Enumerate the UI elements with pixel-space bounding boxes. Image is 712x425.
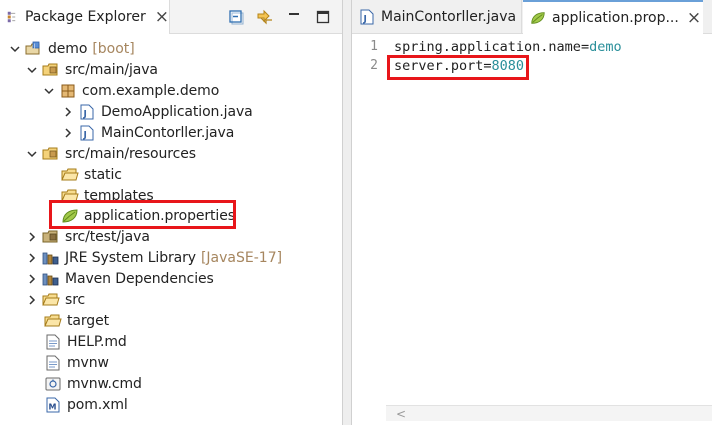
tree-item-src-main-java[interactable]: src/main/java <box>25 59 158 80</box>
tree-item-decoration: [boot] <box>92 40 135 57</box>
library-icon <box>42 250 60 266</box>
tree-item-label: src/main/java <box>65 61 158 78</box>
tree-item-demoapplication-java[interactable]: J DemoApplication.java <box>61 101 253 122</box>
chevron-right-icon[interactable] <box>25 230 39 244</box>
tree-item-label: com.example.demo <box>82 82 220 99</box>
maximize-icon[interactable] <box>314 8 332 26</box>
text-file-icon <box>44 334 62 350</box>
svg-text:J: J <box>83 130 87 140</box>
tree-item-src-main-resources[interactable]: src/main/resources <box>25 143 196 164</box>
tree-item-label: mvnw.cmd <box>67 375 142 392</box>
tree-item-label: DemoApplication.java <box>101 103 253 120</box>
chevron-right-icon[interactable] <box>25 272 39 286</box>
tree-item-label: src/main/resources <box>65 145 196 162</box>
editor-tab-bar: J MainContorller.java application.prop..… <box>352 0 712 34</box>
tree-item-pom-xml[interactable]: M pom.xml <box>27 394 128 415</box>
tree-item-static[interactable]: static <box>44 164 122 185</box>
tree-item-label: JRE System Library <box>65 249 196 266</box>
chevron-right-icon[interactable] <box>25 293 39 307</box>
tree-item-jre-system-library[interactable]: JRE System Library [JavaSE-17] <box>25 247 282 268</box>
tree-item-label: src/test/java <box>65 228 150 245</box>
svg-text:M: M <box>49 402 57 411</box>
svg-text:J: J <box>83 109 87 119</box>
chevron-right-icon[interactable] <box>25 251 39 265</box>
tree-item-maincontorller-java[interactable]: J MainContorller.java <box>61 122 234 143</box>
line-number-ruler: 1 2 <box>352 35 386 405</box>
tree-item-label: mvnw <box>67 354 109 371</box>
tab-label: MainContorller.java <box>381 9 517 25</box>
tree-item-help-md[interactable]: HELP.md <box>27 331 127 352</box>
horizontal-scrollbar[interactable]: < <box>386 405 712 421</box>
tree-item-label: HELP.md <box>67 333 127 350</box>
java-file-icon: J <box>78 125 96 141</box>
chevron-down-icon[interactable] <box>25 147 39 161</box>
tab-package-explorer[interactable]: Package Explorer × <box>0 0 170 34</box>
tree-item-label: src <box>65 291 86 308</box>
close-icon[interactable]: × <box>687 9 701 27</box>
chevron-right-icon[interactable] <box>61 105 75 119</box>
collapse-all-icon[interactable] <box>227 8 245 26</box>
project-icon: J <box>25 41 43 57</box>
tab-maincontorller-java[interactable]: J MainContorller.java <box>352 0 522 34</box>
java-file-icon: J <box>360 9 374 25</box>
cmd-file-icon <box>44 376 62 392</box>
folder-icon <box>61 167 79 183</box>
tab-package-explorer-label: Package Explorer <box>24 9 146 25</box>
line-number: 1 <box>370 39 378 54</box>
tree-item-src-test-java[interactable]: src/test/java <box>25 226 150 247</box>
tree-item-mvnw[interactable]: mvnw <box>27 352 109 373</box>
line-number: 2 <box>370 58 378 73</box>
chevron-down-icon[interactable] <box>8 42 22 56</box>
tree-item-label: MainContorller.java <box>101 124 235 141</box>
tree-item-target[interactable]: target <box>27 310 109 331</box>
spring-leaf-icon <box>531 12 545 24</box>
chevron-down-icon[interactable] <box>25 63 39 77</box>
folder-icon <box>42 292 60 308</box>
text-file-icon <box>44 355 62 371</box>
tree-item-label: pom.xml <box>67 396 128 413</box>
property-key: spring.application.name <box>394 39 581 55</box>
source-folder-icon <box>42 62 60 78</box>
svg-text:J: J <box>363 15 367 25</box>
source-folder-icon <box>42 146 60 162</box>
svg-text:J: J <box>33 43 35 49</box>
package-explorer-view: Package Explorer × J demo [boot] src/mai… <box>0 0 342 425</box>
editor-area: J MainContorller.java application.prop..… <box>352 0 712 425</box>
explorer-tab-bar: Package Explorer × <box>0 0 342 34</box>
java-file-icon: J <box>78 104 96 120</box>
chevron-right-icon[interactable] <box>61 126 75 140</box>
property-value: demo <box>589 39 622 55</box>
tree-item-label: target <box>67 312 109 329</box>
close-icon[interactable]: × <box>155 8 169 26</box>
tree-item-demo[interactable]: J demo [boot] <box>8 38 135 59</box>
tree-item-maven-dependencies[interactable]: Maven Dependencies <box>25 268 214 289</box>
scroll-left-icon[interactable]: < <box>396 407 406 421</box>
library-icon <box>42 271 60 287</box>
highlight-box-application-properties <box>49 200 236 229</box>
source-folder-icon <box>42 229 60 245</box>
view-menu-icon[interactable] <box>285 8 303 26</box>
tree-item-decoration: [JavaSE-17] <box>200 249 283 266</box>
folder-icon <box>44 313 62 329</box>
package-icon <box>59 83 77 99</box>
package-explorer-icon <box>7 11 16 23</box>
link-with-editor-icon[interactable] <box>256 8 274 26</box>
tree-item-label: static <box>84 166 122 183</box>
tree-item-mvnw-cmd[interactable]: mvnw.cmd <box>27 373 142 394</box>
highlight-box-server-port <box>387 55 529 80</box>
chevron-down-icon[interactable] <box>42 84 56 98</box>
property-separator: = <box>580 39 590 55</box>
pane-sash[interactable] <box>342 0 352 425</box>
tree-item-src[interactable]: src <box>25 289 85 310</box>
view-toolbar <box>227 8 332 26</box>
tree-item-label: demo <box>48 40 88 57</box>
tree-item-label: Maven Dependencies <box>65 270 214 287</box>
tree-item-com-example-demo[interactable]: com.example.demo <box>42 80 219 101</box>
tab-label: application.prop... <box>552 10 679 26</box>
tab-application-properties[interactable]: application.prop... × <box>523 0 703 34</box>
maven-pom-icon: M <box>44 397 62 413</box>
